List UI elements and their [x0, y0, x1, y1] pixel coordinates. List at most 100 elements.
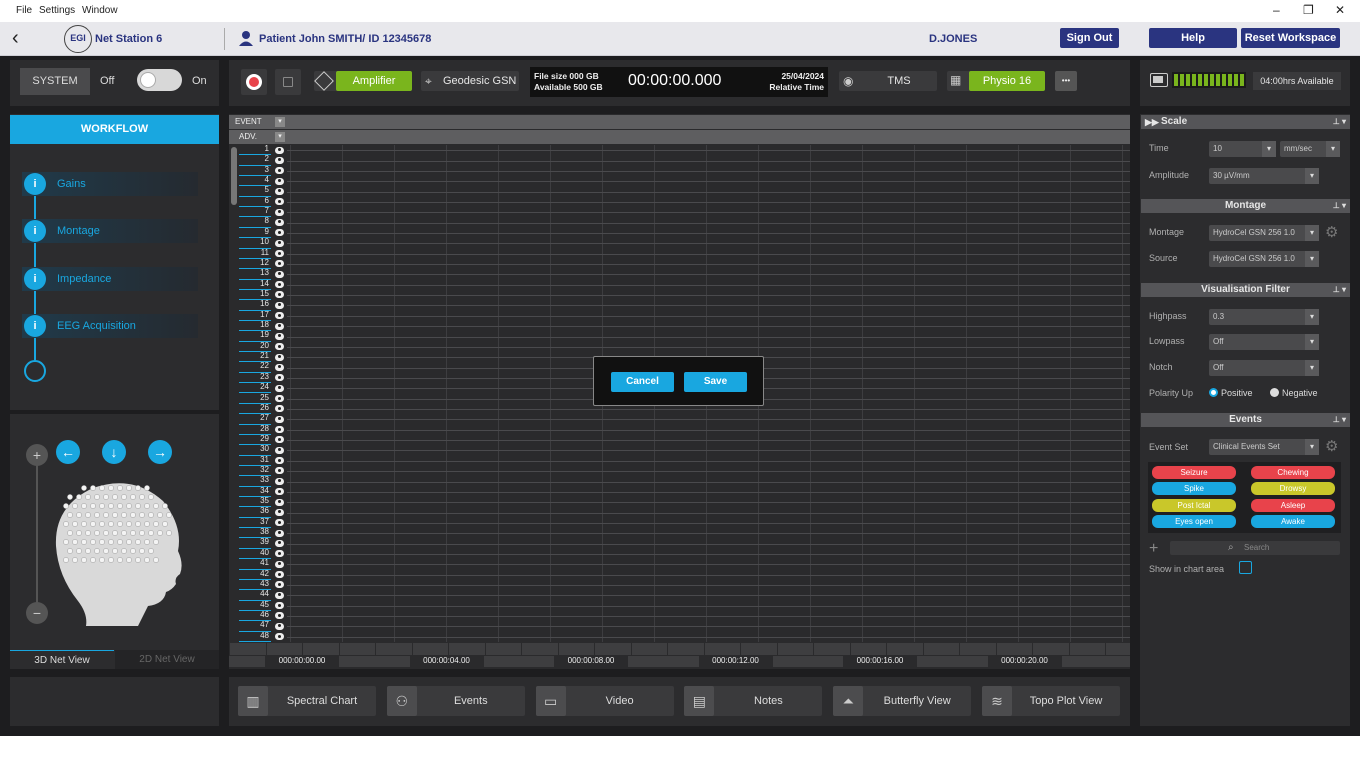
eye-icon[interactable] [275, 353, 284, 361]
eye-icon[interactable] [275, 622, 284, 630]
event-button[interactable]: Asleep [1251, 498, 1335, 512]
restore-button[interactable]: ❐ [1303, 3, 1314, 17]
system-toggle[interactable] [137, 69, 182, 91]
tms-button[interactable]: ◉ TMS [839, 71, 937, 91]
eye-icon[interactable] [275, 167, 284, 175]
amplifier-button[interactable]: Amplifier [314, 71, 412, 91]
scale-section-header[interactable]: ▶▶ Scale ⊥ ▾ [1141, 115, 1350, 129]
eye-icon[interactable] [275, 426, 284, 434]
eye-icon[interactable] [275, 488, 284, 496]
eye-icon[interactable] [275, 260, 284, 268]
eye-icon[interactable] [275, 415, 284, 423]
eye-icon[interactable] [275, 281, 284, 289]
eye-icon[interactable] [275, 467, 284, 475]
eye-icon[interactable] [275, 208, 284, 216]
events-section-header[interactable]: Events ⊥ ▾ [1141, 413, 1350, 427]
eye-icon[interactable] [275, 529, 284, 537]
eye-icon[interactable] [275, 156, 284, 164]
workflow-item[interactable] [22, 219, 198, 243]
eye-icon[interactable] [275, 374, 284, 382]
eye-icon[interactable] [275, 343, 284, 351]
eye-icon[interactable] [275, 384, 284, 392]
eye-icon[interactable] [275, 581, 284, 589]
close-button[interactable]: ✕ [1335, 3, 1345, 17]
eye-icon[interactable] [275, 291, 284, 299]
bottom-tab[interactable]: ⚇ Events [386, 686, 525, 716]
cancel-button[interactable]: Cancel [611, 372, 674, 392]
add-event-icon[interactable]: + [1149, 541, 1158, 557]
notch-select[interactable]: Off ▾ [1209, 360, 1319, 376]
event-button[interactable]: Spike [1152, 482, 1236, 496]
event-button[interactable]: Chewing [1251, 466, 1335, 479]
eye-icon[interactable] [275, 498, 284, 506]
event-button[interactable]: Awake [1251, 514, 1335, 528]
event-set-gear-icon[interactable]: ⚙ [1325, 437, 1338, 455]
pin-icon[interactable]: ⊥ ▾ [1333, 115, 1346, 129]
eye-icon[interactable] [275, 146, 284, 154]
show-in-chart-checkbox[interactable] [1239, 561, 1252, 574]
eye-icon[interactable] [275, 519, 284, 527]
bottom-tab[interactable]: ≋ Topo Plot View [982, 686, 1120, 716]
event-button[interactable]: Seizure [1152, 466, 1236, 479]
menu-settings[interactable]: Settings [39, 5, 75, 16]
eye-icon[interactable] [275, 177, 284, 185]
reset-workspace-button[interactable]: Reset Workspace [1241, 28, 1340, 48]
eye-icon[interactable] [275, 612, 284, 620]
more-button[interactable]: ••• [1055, 71, 1077, 91]
eye-icon[interactable] [275, 539, 284, 547]
amplitude-select[interactable]: 30 µV/mm ▾ [1209, 168, 1319, 184]
filter-section-header[interactable]: Visualisation Filter ⊥ ▾ [1141, 283, 1350, 297]
time-unit-select[interactable]: mm/sec ▾ [1280, 141, 1340, 157]
pin-icon[interactable]: ⊥ ▾ [1333, 199, 1346, 213]
arrow-right-icon[interactable]: → [148, 440, 172, 464]
adv-dropdown-icon[interactable]: ▾ [275, 132, 285, 142]
bottom-tab[interactable]: ▥ Spectral Chart [238, 686, 376, 716]
back-arrow-icon[interactable]: ‹ [12, 28, 19, 48]
event-button[interactable]: Drowsy [1251, 482, 1335, 496]
eye-icon[interactable] [275, 405, 284, 413]
eye-icon[interactable] [275, 239, 284, 247]
eye-icon[interactable] [275, 312, 284, 320]
event-search-input[interactable]: ⌕ Search [1170, 541, 1340, 555]
negative-radio[interactable] [1270, 388, 1279, 397]
highpass-select[interactable]: 0.3 ▾ [1209, 309, 1319, 325]
event-set-select[interactable]: Clinical Events Set ▾ [1209, 439, 1319, 455]
physio-button[interactable]: ▦ Physio 16 [947, 71, 1045, 91]
tab-3d-net-view[interactable]: 3D Net View [10, 650, 114, 669]
pin-icon[interactable]: ⊥ ▾ [1333, 283, 1346, 297]
eye-icon[interactable] [275, 198, 284, 206]
eye-icon[interactable] [275, 218, 284, 226]
source-select[interactable]: HydroCel GSN 256 1.0 ▾ [1209, 251, 1319, 267]
eye-icon[interactable] [275, 457, 284, 465]
eye-icon[interactable] [275, 550, 284, 558]
eye-icon[interactable] [275, 508, 284, 516]
eye-icon[interactable] [275, 250, 284, 258]
eye-icon[interactable] [275, 571, 284, 579]
eye-icon[interactable] [275, 436, 284, 444]
event-dropdown-icon[interactable]: ▾ [275, 117, 285, 127]
record-button[interactable] [241, 69, 267, 95]
eye-icon[interactable] [275, 477, 284, 485]
eye-icon[interactable] [275, 591, 284, 599]
lowpass-select[interactable]: Off ▾ [1209, 334, 1319, 350]
eye-icon[interactable] [275, 395, 284, 402]
time-select[interactable]: 10 ▾ [1209, 141, 1276, 157]
eye-icon[interactable] [275, 560, 284, 568]
pin-icon[interactable]: ⊥ ▾ [1333, 413, 1346, 427]
workflow-item[interactable] [22, 172, 198, 196]
bottom-tab[interactable]: ▤ Notes [684, 686, 823, 716]
eye-icon[interactable] [275, 363, 284, 371]
bottom-tab[interactable]: ▭ Video [535, 686, 674, 716]
arrow-down-icon[interactable]: ↓ [102, 440, 126, 464]
save-button[interactable]: Save [684, 372, 747, 392]
stop-button[interactable] [275, 69, 301, 95]
zoom-in-icon[interactable]: + [26, 444, 48, 466]
help-button[interactable]: Help [1149, 28, 1237, 48]
geodesic-button[interactable]: ⌖ Geodesic GSN [421, 71, 519, 91]
eye-icon[interactable] [275, 446, 284, 454]
menu-file[interactable]: File [16, 5, 32, 16]
tab-2d-net-view[interactable]: 2D Net View [115, 650, 219, 669]
montage-select[interactable]: HydroCel GSN 256 1.0 ▾ [1209, 225, 1319, 241]
eye-icon[interactable] [275, 229, 284, 237]
eye-icon[interactable] [275, 322, 284, 330]
